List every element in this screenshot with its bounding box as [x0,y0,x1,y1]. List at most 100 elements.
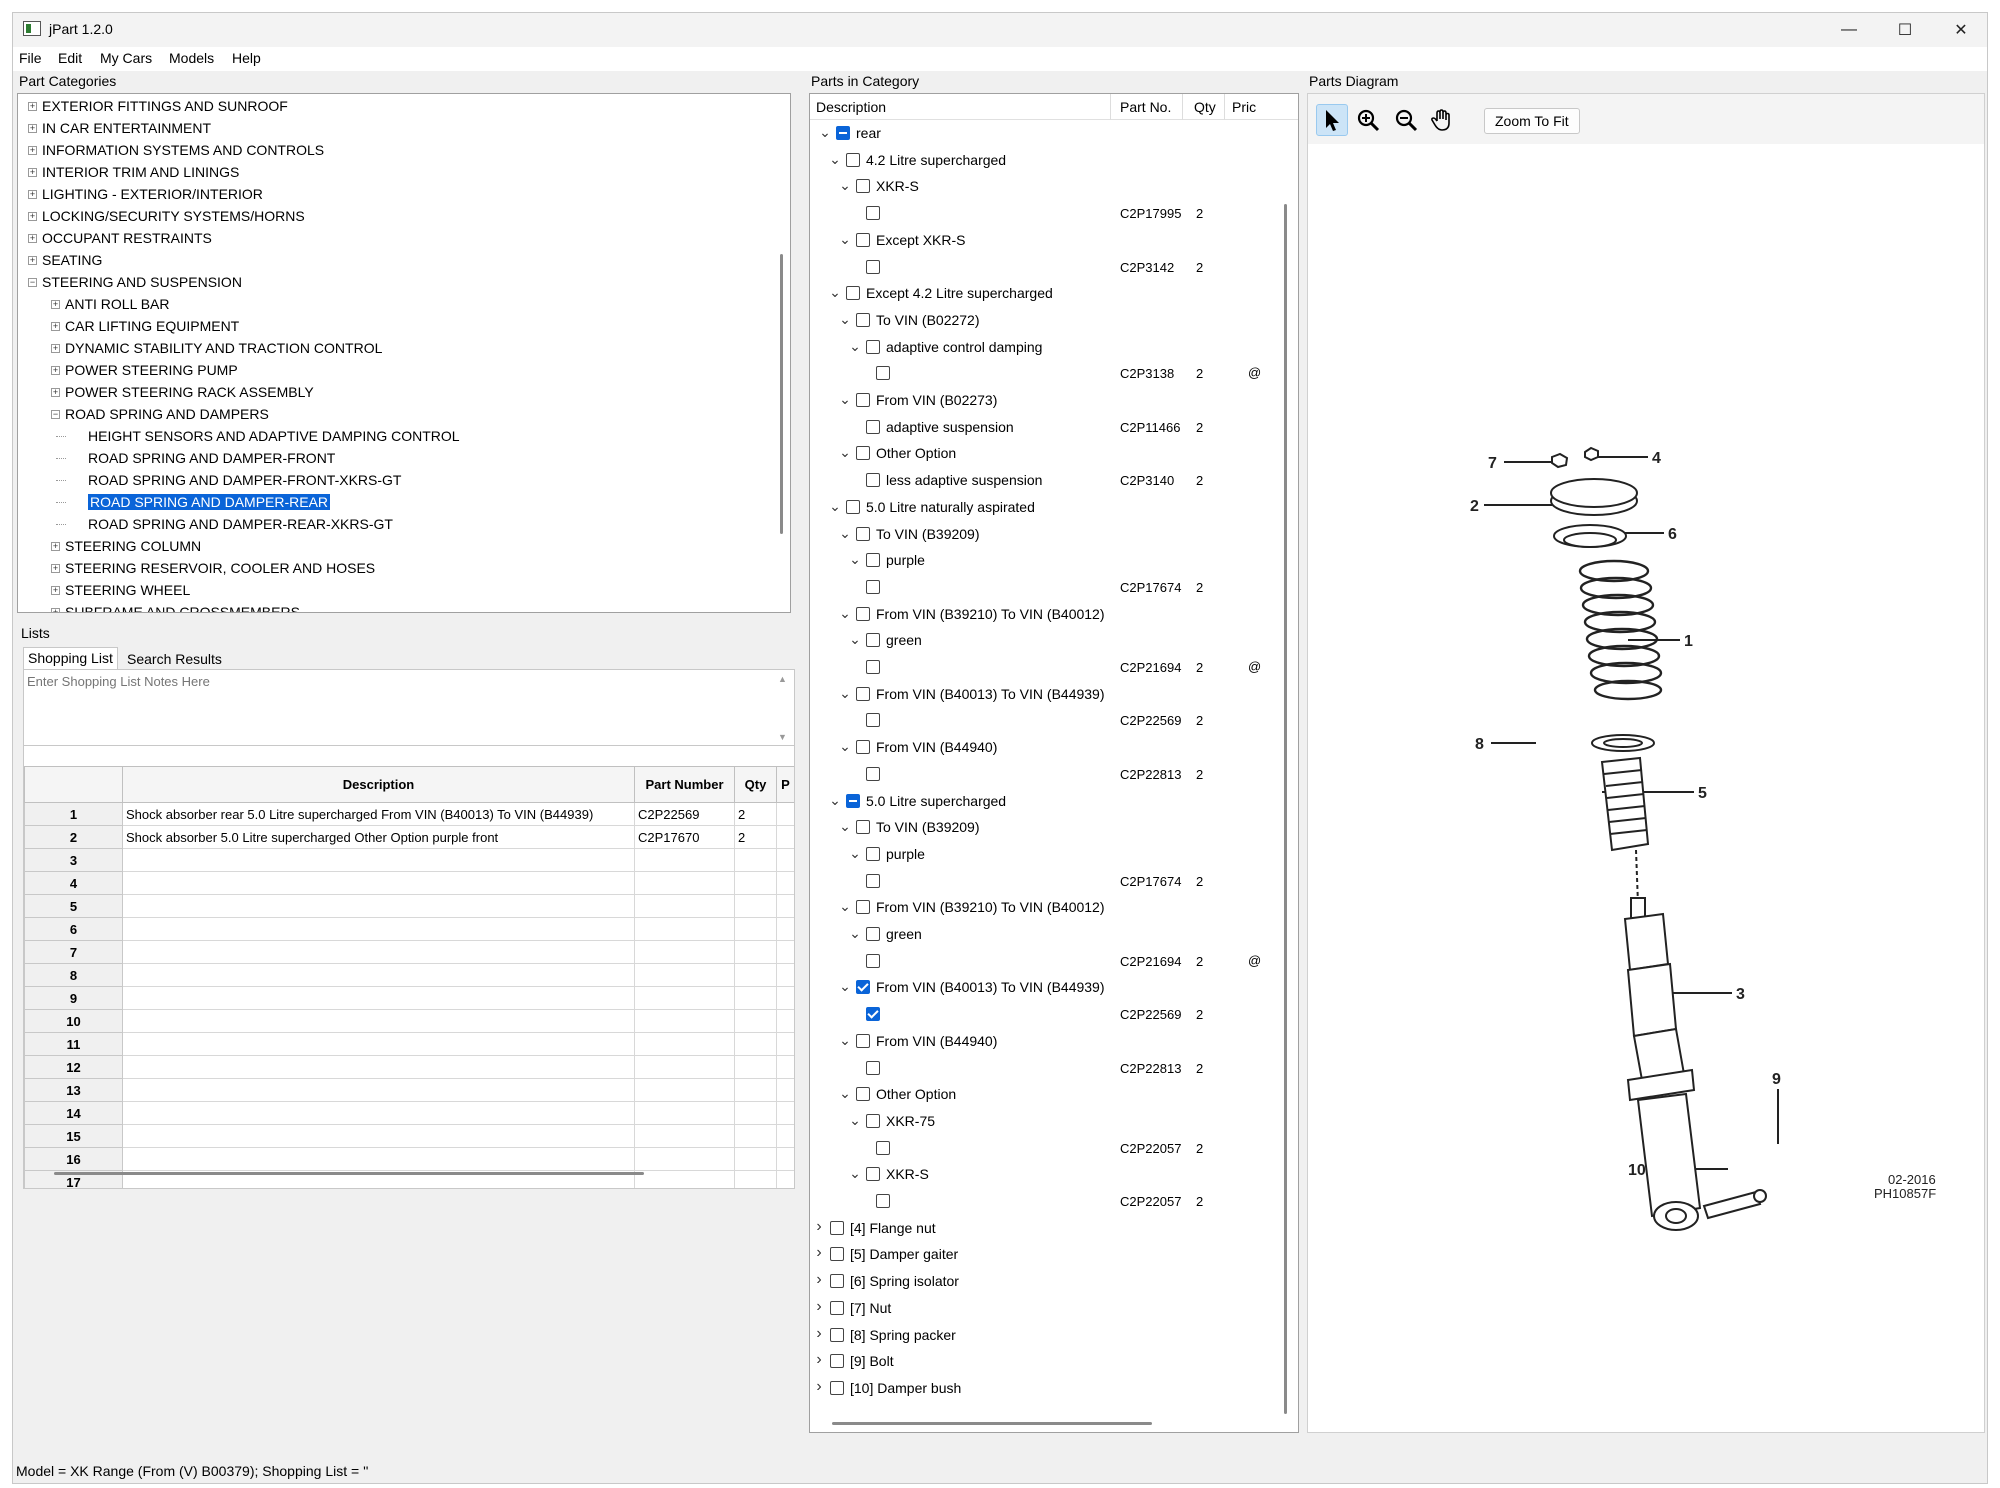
part-tree-row[interactable]: › [5] Damper gaiter [810,1241,1280,1267]
cell-part-number[interactable] [634,917,735,941]
table-row[interactable]: 8 [24,963,794,987]
column-header-price[interactable]: P [776,766,794,803]
chevron-down-icon[interactable]: ⌄ [838,739,852,753]
cell-description[interactable] [122,917,635,941]
expand-icon[interactable]: + [51,542,60,551]
part-tree-row[interactable]: › [9] Bolt [810,1348,1280,1374]
chevron-down-icon[interactable]: ⌄ [838,232,852,246]
chevron-down-icon[interactable]: ⌄ [838,445,852,459]
cell-price[interactable] [776,1055,794,1079]
cell-price[interactable] [776,1101,794,1125]
table-row[interactable]: 10 [24,1009,794,1033]
chevron-down-icon[interactable]: ⌄ [828,285,842,299]
cell-description[interactable] [122,1009,635,1033]
category-item[interactable]: + SEATING [18,250,778,272]
part-checkbox[interactable] [856,393,870,407]
category-item[interactable]: + STEERING WHEEL [18,580,778,602]
cell-part-number[interactable] [634,1009,735,1033]
part-tree-row[interactable]: ⌄ From VIN (B44940) [810,1028,1280,1054]
menu-my-cars[interactable]: My Cars [100,50,152,66]
chevron-down-icon[interactable]: ⌄ [838,312,852,326]
part-tree-row[interactable]: C2P17995 2 [810,200,1280,226]
part-tree-row[interactable]: › [4] Flange nut [810,1215,1280,1241]
cell-price[interactable] [776,1124,794,1148]
column-header-qty[interactable]: Qty [734,766,777,803]
category-item[interactable]: + STEERING RESERVOIR, COOLER AND HOSES [18,558,778,580]
cell-part-number[interactable]: C2P22569 [634,802,735,826]
chevron-down-icon[interactable]: ⌄ [848,632,862,646]
cell-description[interactable] [122,894,635,918]
part-checkbox[interactable] [866,873,880,888]
table-row[interactable]: 16 [24,1147,794,1171]
part-checkbox[interactable] [846,499,860,514]
part-checkbox[interactable] [866,1007,880,1022]
expand-icon[interactable]: + [28,256,37,265]
cell-price[interactable] [776,825,794,849]
menu-edit[interactable]: Edit [58,50,82,66]
cell-part-number[interactable] [634,940,735,964]
chevron-down-icon[interactable]: ⌄ [838,1086,852,1100]
part-tree-row[interactable]: C2P22569 2 [810,707,1280,733]
cell-part-number[interactable]: C2P17670 [634,825,735,849]
part-tree-row[interactable]: C2P22569 2 [810,1001,1280,1027]
cell-description[interactable] [122,871,635,895]
expand-icon[interactable]: + [51,388,60,397]
category-item[interactable]: + SUBFRAME AND CROSSMEMBERS [18,602,778,612]
expand-icon[interactable]: + [28,168,37,177]
table-row[interactable]: 3 [24,848,794,872]
part-tree-row[interactable]: › [6] Spring isolator [810,1268,1280,1294]
part-tree-row[interactable]: ⌄ Except 4.2 Litre supercharged [810,280,1280,306]
part-price-link[interactable]: @ [1248,659,1261,674]
part-categories-tree[interactable]: + EXTERIOR FITTINGS AND SUNROOF + IN CAR EN… [17,93,791,613]
cell-part-number[interactable] [634,986,735,1010]
chevron-down-icon[interactable]: ⌄ [848,339,862,353]
cell-price[interactable] [776,894,794,918]
cell-price[interactable] [776,1009,794,1033]
parts-col-price[interactable]: Pric [1232,99,1256,115]
part-checkbox[interactable] [866,713,880,728]
part-tree-row[interactable]: ⌄ Other Option [810,440,1280,466]
part-checkbox[interactable] [830,1274,844,1289]
category-item[interactable]: + IN CAR ENTERTAINMENT [18,118,778,140]
table-row[interactable]: 12 [24,1055,794,1079]
cell-description[interactable] [122,986,635,1010]
part-tree-row[interactable]: ⌄ rear [810,120,1280,146]
maximize-button[interactable]: ☐ [1877,13,1933,47]
part-tree-row[interactable]: ⌄ XKR-S [810,1161,1280,1187]
cell-part-number[interactable] [634,1124,735,1148]
expand-icon[interactable]: + [28,190,37,199]
category-item[interactable]: + LIGHTING - EXTERIOR/INTERIOR [18,184,778,206]
parts-col-description[interactable]: Description [816,99,886,115]
parts-hscrollbar[interactable] [832,1422,1152,1425]
cell-description[interactable] [122,1124,635,1148]
table-row[interactable]: 2 Shock absorber 5.0 Litre supercharged O… [24,825,794,849]
part-checkbox[interactable] [830,1220,844,1235]
chevron-down-icon[interactable]: ⌄ [818,125,832,139]
cell-price[interactable] [776,848,794,872]
menu-file[interactable]: File [19,50,42,66]
cell-description[interactable] [122,940,635,964]
table-row[interactable]: 13 [24,1078,794,1102]
part-tree-row[interactable]: C2P21694 2 @ [810,654,1280,680]
cell-qty[interactable] [734,986,777,1010]
cell-qty[interactable] [734,1078,777,1102]
chevron-down-icon[interactable]: ⌄ [838,178,852,192]
cell-qty[interactable]: 2 [734,825,777,849]
part-tree-row[interactable]: ⌄ From VIN (B40013) To VIN (B44939) [810,681,1280,707]
cell-price[interactable] [776,871,794,895]
chevron-right-icon[interactable]: › [812,1352,826,1368]
parts-in-category-tree[interactable]: Description Part No. Qty Pric ⌄ rear ⌄ 4.2 … [809,93,1299,1433]
part-checkbox[interactable] [866,766,880,781]
part-checkbox[interactable] [866,953,880,968]
chevron-down-icon[interactable]: ⌄ [828,152,842,166]
category-item[interactable]: + POWER STEERING RACK ASSEMBLY [18,382,778,404]
chevron-down-icon[interactable]: ⌄ [848,1113,862,1127]
part-checkbox[interactable] [866,473,880,488]
cell-part-number[interactable] [634,1032,735,1056]
parts-col-qty[interactable]: Qty [1194,99,1216,115]
table-row[interactable]: 14 [24,1101,794,1125]
cell-qty[interactable] [734,1170,777,1188]
category-item[interactable]: ROAD SPRING AND DAMPER-FRONT [18,448,778,470]
categories-scrollbar[interactable] [780,254,783,534]
part-checkbox[interactable] [856,900,870,915]
